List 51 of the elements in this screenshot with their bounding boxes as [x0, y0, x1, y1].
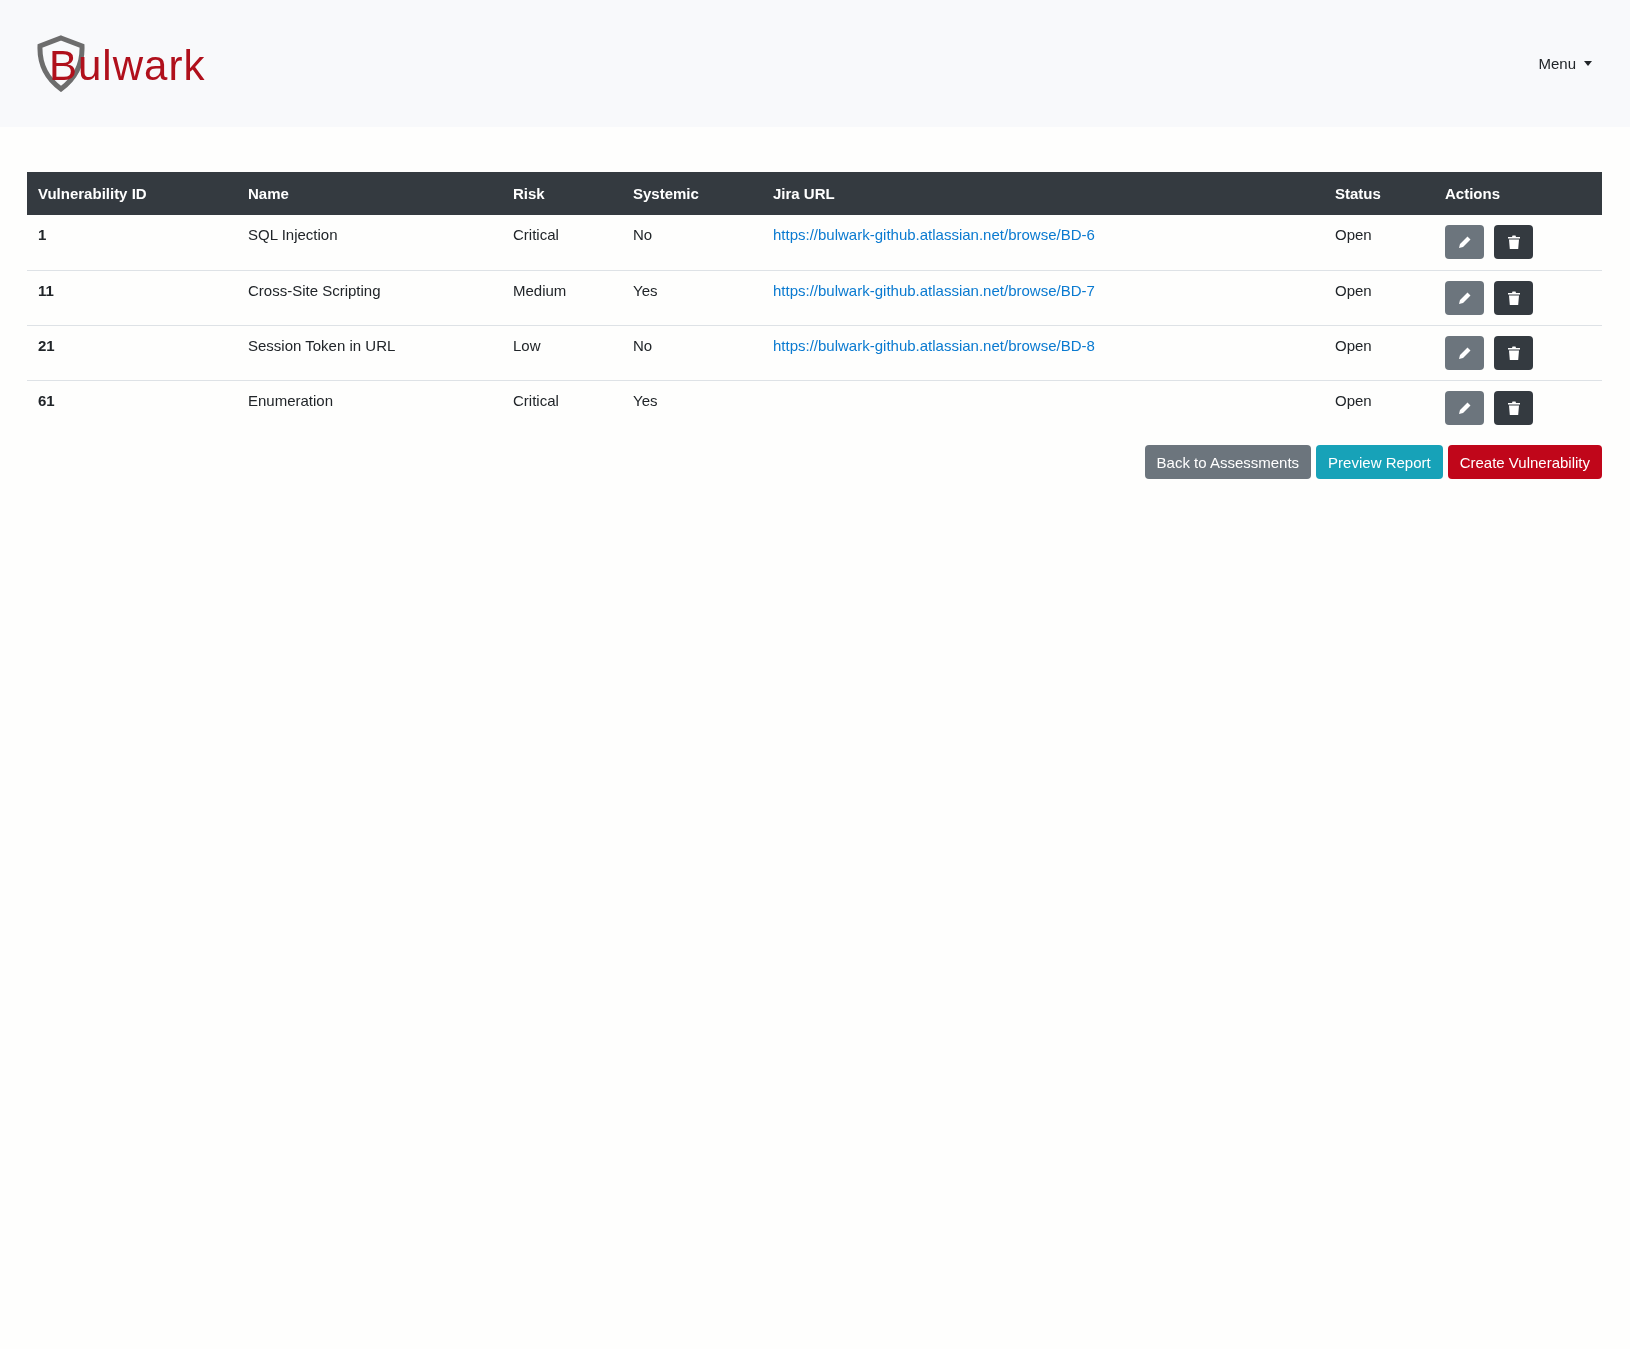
table-cell: No — [622, 215, 762, 270]
column-header: Status — [1324, 172, 1434, 215]
table-cell: Cross-Site Scripting — [237, 270, 502, 325]
table-cell: Open — [1324, 270, 1434, 325]
table-cell: Session Token in URL — [237, 325, 502, 380]
table-cell: 1 — [27, 215, 237, 270]
table-cell: Open — [1324, 325, 1434, 380]
table-cell: Medium — [502, 270, 622, 325]
column-header: Actions — [1434, 172, 1602, 215]
trash-icon — [1507, 400, 1520, 415]
action-button[interactable]: Create Vulnerability — [1447, 445, 1602, 479]
table-cell: 11 — [27, 270, 237, 325]
jira-link[interactable]: https://bulwark-github.atlassian.net/browse/BD-7 — [773, 281, 1095, 299]
table-cell: 61 — [27, 380, 237, 435]
jira-link[interactable]: https://bulwark-github.atlassian.net/browse/BD-8 — [773, 336, 1095, 354]
column-header: Vulnerability ID — [27, 172, 237, 215]
delete-button[interactable] — [1494, 335, 1533, 370]
edit-button[interactable] — [1445, 225, 1484, 259]
pencil-icon — [1457, 290, 1472, 305]
table-cell: Yes — [622, 380, 762, 435]
action-button[interactable]: Back to Assessments — [1144, 445, 1312, 479]
edit-button[interactable] — [1445, 335, 1484, 370]
trash-icon — [1507, 345, 1520, 360]
column-header: Systemic — [622, 172, 762, 215]
table-cell: Open — [1324, 215, 1434, 270]
caret-icon — [1584, 61, 1592, 66]
table-cell: No — [622, 325, 762, 380]
table-cell: Low — [502, 325, 622, 380]
edit-button[interactable] — [1445, 390, 1484, 425]
jira-link[interactable]: https://bulwark-github.atlassian.net/browse/BD-6 — [773, 226, 1095, 243]
table-cell: Critical — [502, 380, 622, 435]
menu-dropdown[interactable]: Menu — [1534, 51, 1596, 76]
table-cell: Enumeration — [237, 380, 502, 435]
delete-button[interactable] — [1494, 390, 1533, 425]
column-header: Risk — [502, 172, 622, 215]
column-header: Jira URL — [762, 172, 1324, 215]
delete-button[interactable] — [1494, 225, 1533, 259]
trash-icon — [1507, 235, 1520, 249]
pencil-icon — [1457, 400, 1472, 415]
column-header: Name — [237, 172, 502, 215]
table-cell: Open — [1324, 380, 1434, 435]
action-button[interactable]: Preview Report — [1316, 445, 1443, 479]
trash-icon — [1507, 290, 1520, 305]
table-cell: 21 — [27, 325, 237, 380]
table-cell: Critical — [502, 215, 622, 270]
pencil-icon — [1457, 235, 1472, 249]
table-cell: SQL Injection — [237, 215, 502, 270]
edit-button[interactable] — [1445, 280, 1484, 315]
pencil-icon — [1457, 345, 1472, 360]
table-cell: Yes — [622, 270, 762, 325]
delete-button[interactable] — [1494, 280, 1533, 315]
